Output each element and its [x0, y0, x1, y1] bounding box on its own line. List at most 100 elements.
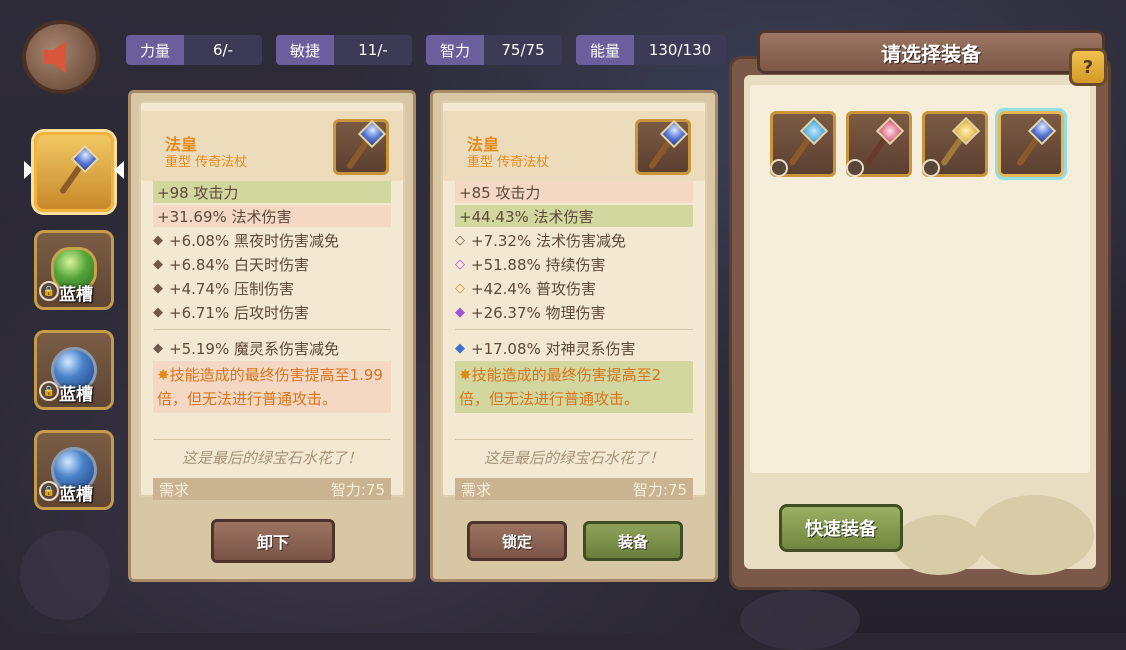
- divider: [153, 329, 391, 330]
- blue-staff-icon: [780, 116, 829, 167]
- golden-staff-icon: [932, 116, 981, 167]
- star-icon: ✸: [157, 366, 170, 384]
- main-stat: +44.43% 法术伤害: [455, 205, 693, 227]
- stat-label: 能量: [576, 35, 635, 65]
- sub-stat: ◇ +7.32% 法术伤害减免: [455, 229, 693, 251]
- slot-gem-1[interactable]: 🔒 蓝槽: [34, 230, 114, 310]
- divider: [455, 329, 693, 330]
- star-icon: ✸: [459, 366, 472, 384]
- flower-staff-icon: [856, 116, 905, 167]
- equipped-item-card: 法皇 重型 传奇法杖 +98 攻击力 +31.69% 法术伤害 ◆ +6.08% …: [128, 90, 416, 582]
- diamond-icon: ◆: [153, 256, 163, 272]
- stat-label: 智力: [426, 35, 485, 65]
- stat-value: 75/75: [484, 35, 563, 65]
- slot-label: 蓝槽: [59, 485, 93, 505]
- equipment-item[interactable]: [770, 111, 836, 177]
- staff-icon: [51, 144, 100, 195]
- skill-description: ✸技能造成的最终伤害提高至2倍，但无法进行普通攻击。: [455, 361, 693, 413]
- diamond-icon: ◆: [153, 340, 163, 356]
- item-subtitle: 重型 传奇法杖: [165, 155, 248, 170]
- extra-stat: ◆ +5.19% 魔灵系伤害减免: [153, 337, 391, 359]
- equipment-item[interactable]: [846, 111, 912, 177]
- sub-stat-text: +6.84% 白天时伤害: [169, 255, 309, 274]
- diamond-icon: ◆: [153, 304, 163, 320]
- extra-stat-text: +17.08% 对神灵系伤害: [471, 339, 636, 358]
- divider: [455, 439, 693, 440]
- bush-decoration: [894, 515, 984, 575]
- background-wheel: [20, 530, 110, 620]
- item-thumbnail: [635, 119, 691, 175]
- requirement-label: 需求: [461, 480, 492, 499]
- equip-button[interactable]: 装备: [583, 521, 683, 561]
- sub-stat-text: +6.71% 后攻时伤害: [169, 303, 309, 322]
- sub-stat-text: +51.88% 持续伤害: [471, 255, 606, 274]
- sub-stat-text: +26.37% 物理伤害: [471, 303, 606, 322]
- lock-icon: [922, 159, 940, 177]
- sub-stat: ◆ +26.37% 物理伤害: [455, 301, 693, 323]
- lock-icon: [770, 159, 788, 177]
- sub-stat: ◆ +6.71% 后攻时伤害: [153, 301, 391, 323]
- requirement-bar: 需求 智力:75: [153, 478, 391, 500]
- equipment-grid: [750, 85, 1090, 473]
- slot-gem-2[interactable]: 🔒 蓝槽: [34, 330, 114, 410]
- hollow-diamond-icon: ◇: [455, 232, 465, 248]
- lock-button[interactable]: 锁定: [467, 521, 567, 561]
- background-wheel: [740, 590, 860, 650]
- slot-label: 蓝槽: [59, 285, 93, 305]
- extra-stat: ◆ +17.08% 对神灵系伤害: [455, 337, 693, 359]
- staff-icon: [338, 119, 387, 170]
- staff-icon: [1008, 116, 1057, 167]
- item-subtitle: 重型 传奇法杖: [467, 155, 550, 170]
- unequip-button[interactable]: 卸下: [211, 519, 335, 563]
- help-button[interactable]: ?: [1069, 48, 1107, 86]
- panel-title: 请选择装备: [757, 30, 1105, 74]
- item-quote: 这是最后的绿宝石水花了！: [181, 449, 362, 467]
- quick-equip-button[interactable]: 快速装备: [779, 504, 903, 552]
- lock-icon: [846, 159, 864, 177]
- back-arrow-icon: [44, 41, 66, 73]
- skill-description: ✸技能造成的最终伤害提高至1.99倍，但无法进行普通攻击。: [153, 361, 391, 413]
- sub-stat: ◆ +6.84% 白天时伤害: [153, 253, 391, 275]
- main-stat: +31.69% 法术伤害: [153, 205, 391, 227]
- divider: [153, 439, 391, 440]
- orange-diamond-icon: ◇: [455, 280, 465, 296]
- slot-selected-right-arrow-icon: [114, 161, 124, 179]
- extra-stat-text: +5.19% 魔灵系伤害减免: [169, 339, 339, 358]
- stat-intelligence: 智力 75/75: [426, 35, 563, 65]
- stat-agility: 敏捷 11/-: [276, 35, 413, 65]
- requirement-label: 需求: [159, 480, 190, 499]
- stat-energy: 能量 130/130: [576, 35, 727, 65]
- equipment-item-selected[interactable]: [998, 111, 1064, 177]
- purple-diamond-icon: ◆: [455, 304, 465, 320]
- skill-text: 技能造成的最终伤害提高至1.99倍，但无法进行普通攻击。: [157, 366, 383, 408]
- lock-icon: 🔒: [39, 381, 59, 401]
- candidate-item-card: 法皇 重型 传奇法杖 +85 攻击力 +44.43% 法术伤害 ◇ +7.32% …: [430, 90, 718, 582]
- requirement-value: 智力:75: [632, 480, 687, 499]
- back-button[interactable]: [22, 20, 100, 94]
- staff-icon: [640, 119, 689, 170]
- blue-diamond-icon: ◆: [455, 340, 465, 356]
- lock-icon: 🔒: [39, 281, 59, 301]
- slot-weapon[interactable]: [34, 132, 114, 212]
- stat-label: 力量: [126, 35, 185, 65]
- sub-stat: ◆ +6.08% 黑夜时伤害减免: [153, 229, 391, 251]
- slot-label: 蓝槽: [59, 385, 93, 405]
- slot-selected-left-arrow-icon: [24, 161, 34, 179]
- sub-stat: ◇ +51.88% 持续伤害: [455, 253, 693, 275]
- stat-strength: 力量 6/-: [126, 35, 263, 65]
- stat-label: 敏捷: [276, 35, 335, 65]
- equipment-item[interactable]: [922, 111, 988, 177]
- sub-stat-text: +4.74% 压制伤害: [169, 279, 294, 298]
- item-thumbnail: [333, 119, 389, 175]
- stat-value: 6/-: [184, 35, 263, 65]
- main-stat: +98 攻击力: [153, 181, 391, 203]
- panel-body: [744, 75, 1096, 575]
- requirement-value: 智力:75: [330, 480, 385, 499]
- sub-stat: ◆ +4.74% 压制伤害: [153, 277, 391, 299]
- sub-stat-text: +42.4% 普攻伤害: [471, 279, 596, 298]
- requirement-bar: 需求 智力:75: [455, 478, 693, 500]
- stat-value: 130/130: [634, 35, 727, 65]
- sub-stat-text: +7.32% 法术伤害减免: [471, 231, 626, 250]
- main-stat: +85 攻击力: [455, 181, 693, 203]
- slot-gem-3[interactable]: 🔒 蓝槽: [34, 430, 114, 510]
